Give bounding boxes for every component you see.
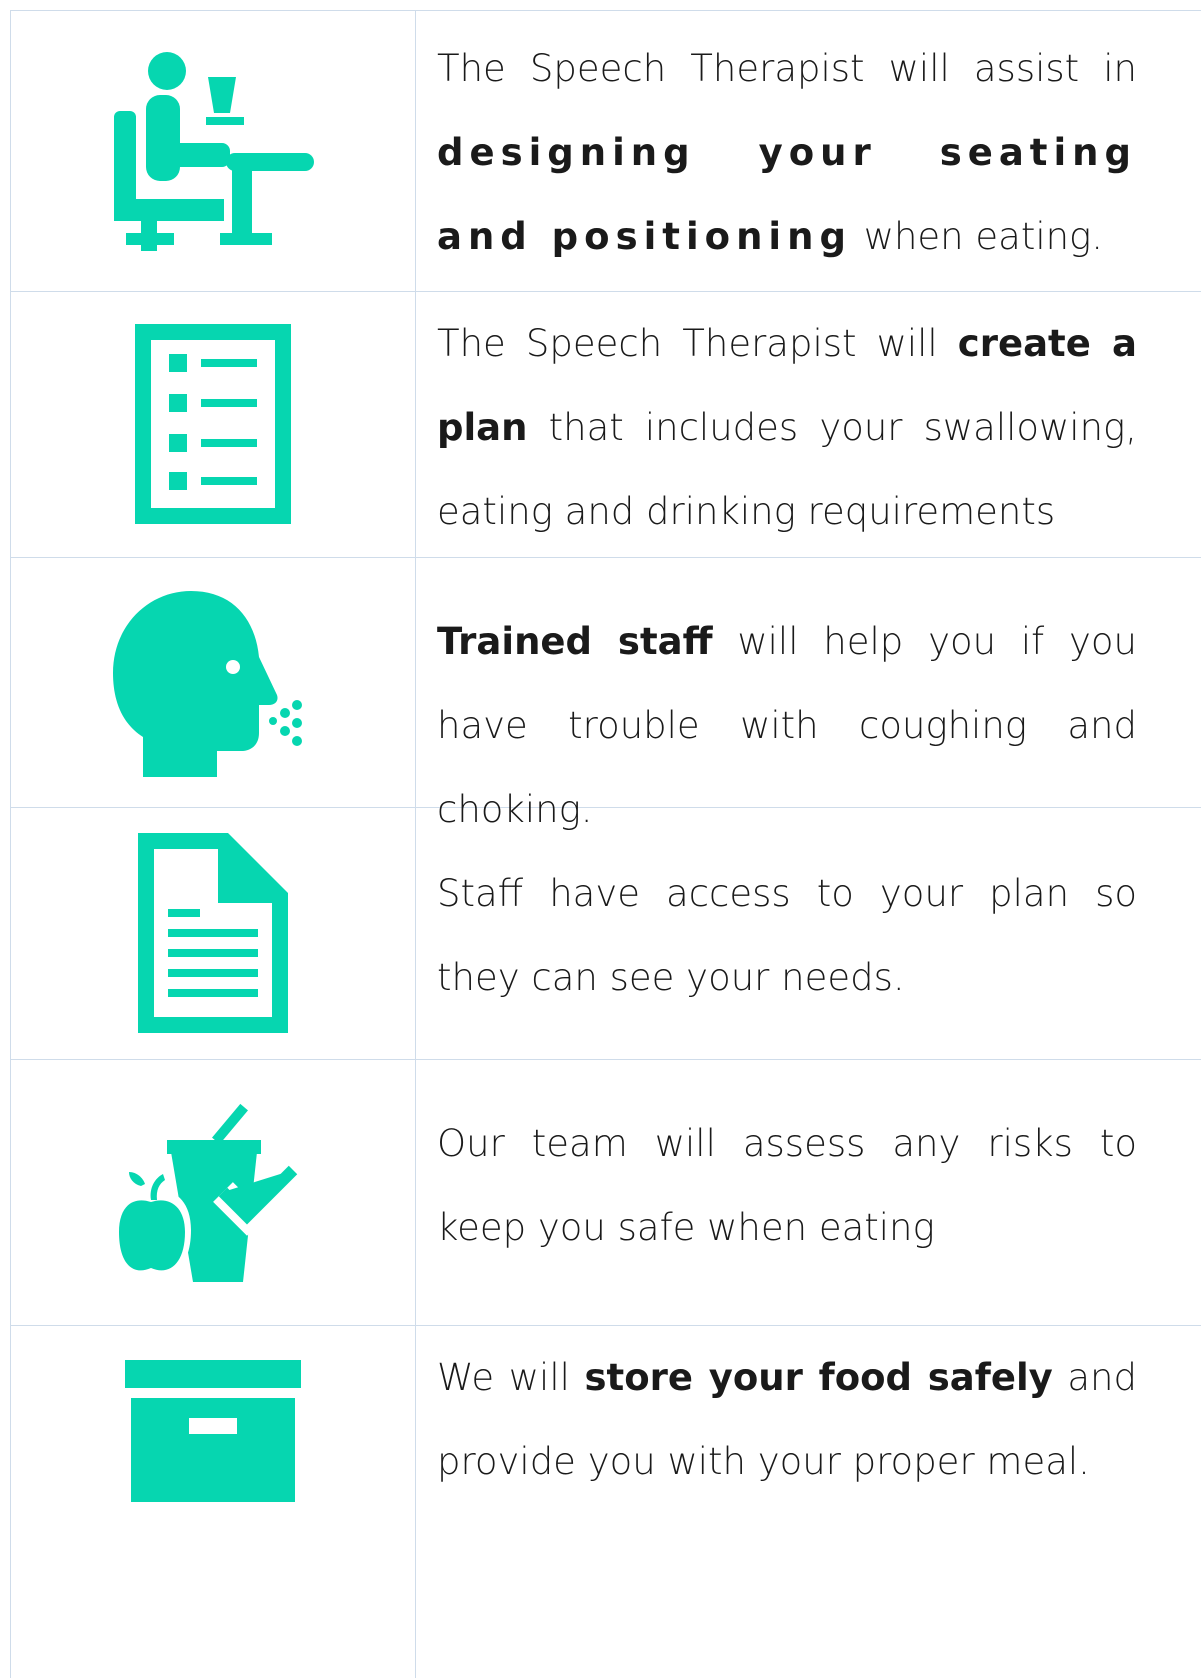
info-table: The Speech Therapist will assist in desi… [10,10,1201,1678]
person-seated-at-table-icon [113,51,314,251]
text-segment: The Speech Therapist will assist in [437,47,1137,90]
checklist-icon [134,324,291,524]
icon-cell [10,10,415,291]
text-segment: Our team will assess any risks to keep y… [437,1122,1137,1249]
row-text: Our team will assess any risks to keep y… [437,1102,1137,1270]
icon-cell [10,291,415,557]
icon-cell [10,1059,415,1325]
table-row: We will store your food safely and provi… [10,1325,1201,1678]
table-row: Our team will assess any risks to keep y… [10,1059,1201,1325]
coughing-head-icon [112,591,302,777]
icon-cell [10,807,415,1059]
text-segment: We will [437,1356,585,1399]
storage-box-icon [124,1360,301,1502]
bold-text: store your food safely [584,1356,1053,1399]
table-row: The Speech Therapist will assist in desi… [10,10,1201,291]
table-row: The Speech Therapist will create a plan … [10,291,1201,557]
row-text: The Speech Therapist will assist in desi… [437,27,1137,279]
text-segment: that includes your swallowing, eating an… [437,406,1137,533]
text-segment: Staff have access to your plan so they c… [437,872,1137,999]
row-text: We will store your food safely and provi… [437,1336,1137,1504]
icon-cell [10,1325,415,1678]
row-text: Staff have access to your plan so they c… [437,852,1137,1020]
icon-cell [10,557,415,807]
food-drink-check-icon [112,1103,303,1282]
text-segment: The Speech Therapist will [437,322,958,365]
row-text: The Speech Therapist will create a plan … [437,302,1137,554]
bold-text: Trained staff [437,620,713,663]
table-row: Trained staff will help you if you have … [10,557,1201,831]
table-row: Staff have access to your plan so they c… [10,807,1201,1059]
document-icon [137,833,288,1033]
text-segment: when eating. [851,215,1104,258]
